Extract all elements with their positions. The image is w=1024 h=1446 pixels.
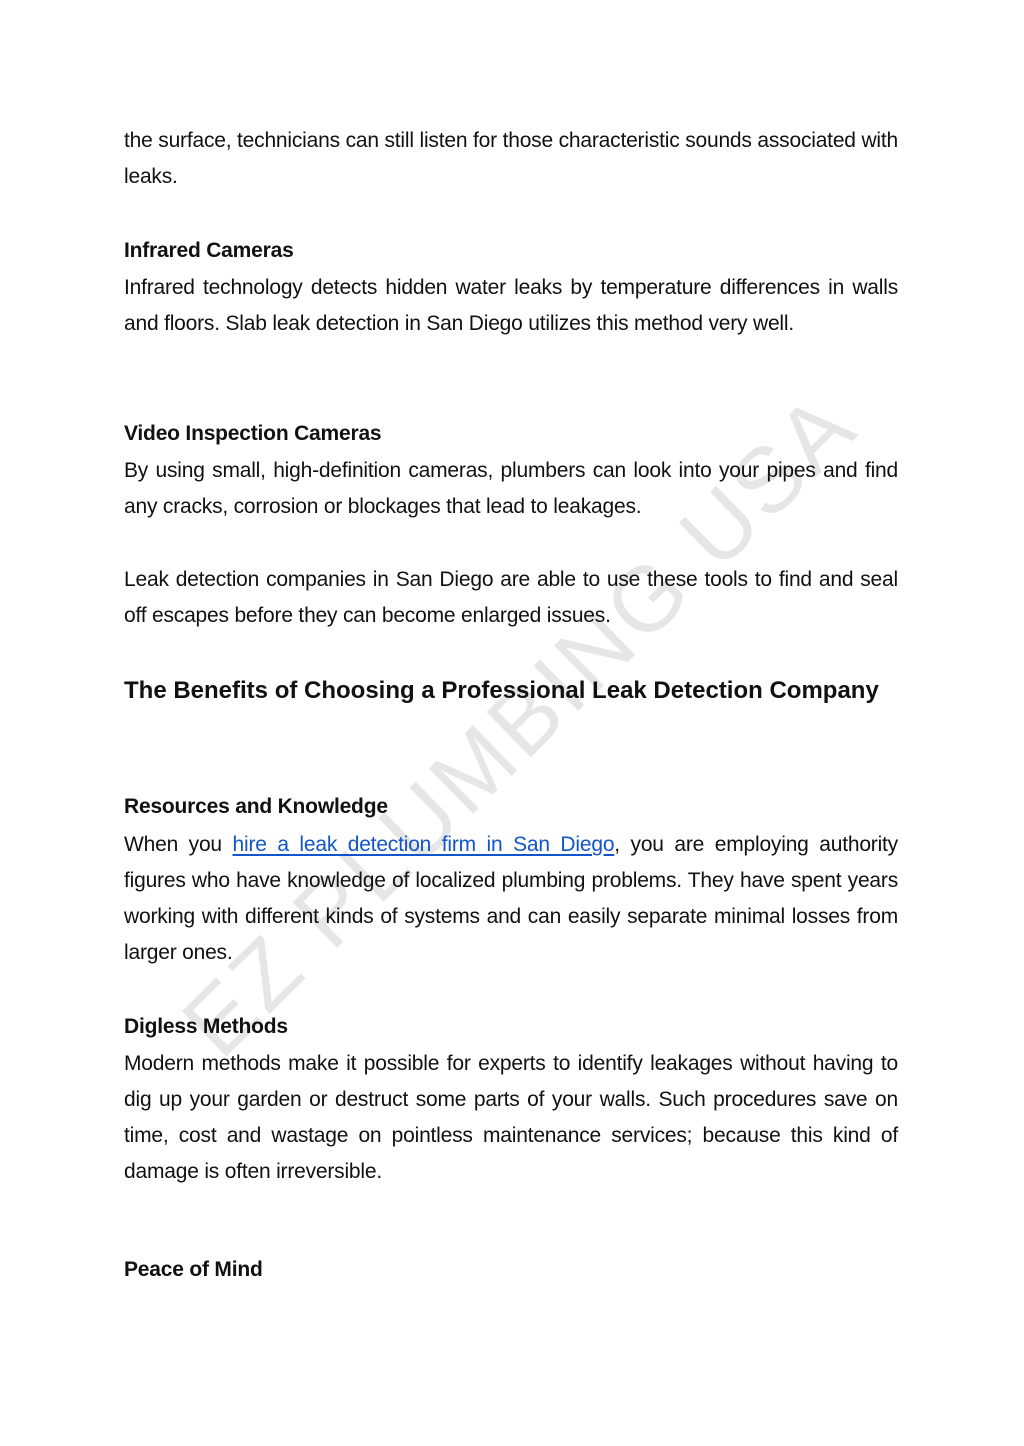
benefits-section-heading: The Benefits of Choosing a Professional … xyxy=(124,677,879,704)
leak-detection-companies-paragraph: Leak detection companies in San Diego ar… xyxy=(124,568,898,627)
infrared-cameras-paragraph: Infrared technology detects hidden water… xyxy=(124,276,898,335)
video-inspection-paragraph: By using small, high-definition cameras,… xyxy=(124,459,898,518)
video-inspection-heading: Video Inspection Cameras xyxy=(124,422,382,445)
digless-methods-paragraph: Modern methods make it possible for expe… xyxy=(124,1052,898,1183)
resources-knowledge-heading: Resources and Knowledge xyxy=(124,795,388,818)
resources-knowledge-paragraph: When you hire a leak detection firm in S… xyxy=(124,827,898,971)
digless-methods-heading: Digless Methods xyxy=(124,1015,288,1038)
document-page: EZ PLUMBING USA the surface, technicians… xyxy=(0,0,1024,1446)
resources-text-before-link: When you xyxy=(124,833,233,856)
peace-of-mind-heading: Peace of Mind xyxy=(124,1258,263,1281)
hire-leak-detection-firm-link[interactable]: hire a leak detection firm in San Diego xyxy=(233,833,615,856)
infrared-cameras-heading: Infrared Cameras xyxy=(124,239,294,262)
intro-continuation-paragraph: the surface, technicians can still liste… xyxy=(124,129,898,188)
